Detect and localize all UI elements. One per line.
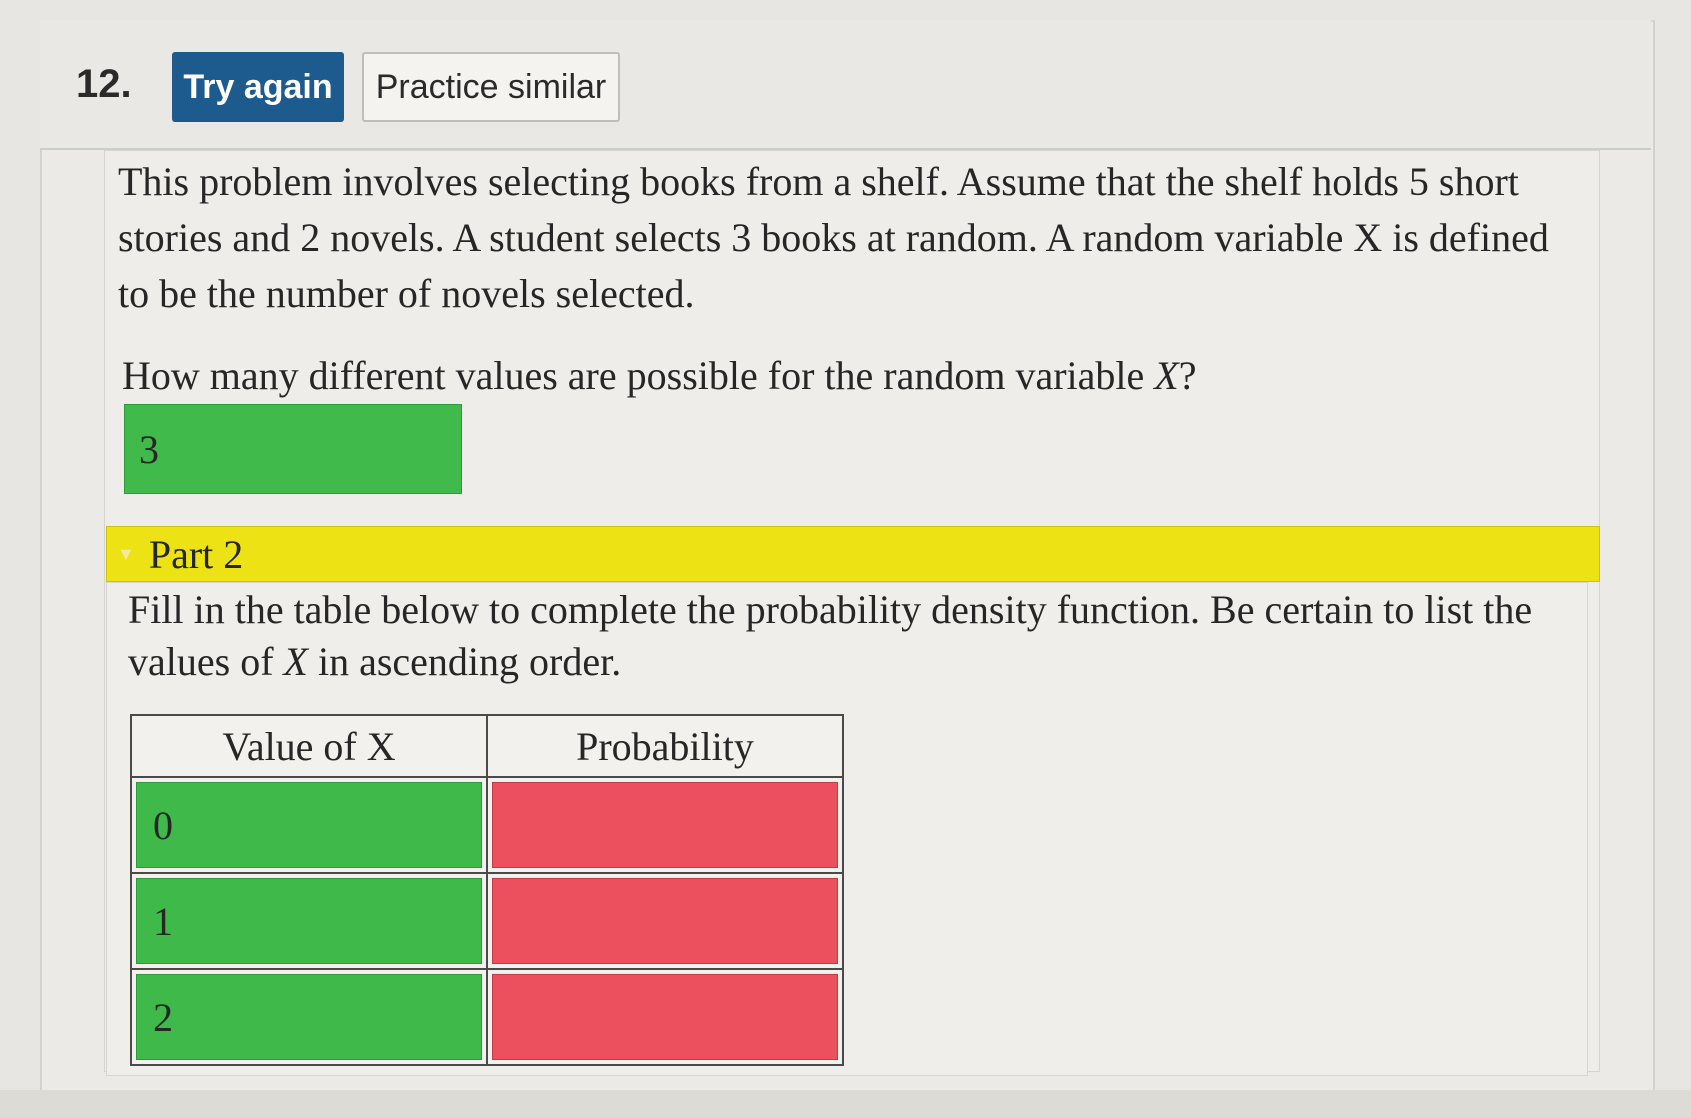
collapse-arrow-icon[interactable]: ▼ — [117, 544, 135, 565]
value-input-0[interactable]: 0 — [136, 782, 482, 868]
part1-answer-field[interactable]: 3 — [124, 404, 462, 494]
value-cell: 1 — [130, 872, 488, 970]
pdf-table: Value of X Probability 0 1 2 — [130, 714, 844, 1066]
question-number: 12. — [76, 62, 132, 106]
probability-cell — [486, 968, 844, 1066]
try-again-button[interactable]: Try again — [172, 52, 344, 122]
problem-statement: This problem involves selecting books fr… — [118, 159, 1549, 316]
part2-header[interactable]: ▼ Part 2 — [106, 526, 1600, 582]
probability-input-1[interactable] — [492, 878, 838, 964]
probability-cell — [486, 776, 844, 874]
probability-input-2[interactable] — [492, 974, 838, 1060]
probability-input-0[interactable] — [492, 782, 838, 868]
table-row: 2 — [130, 968, 844, 1066]
part2-label: Part 2 — [148, 531, 244, 577]
bottom-strip — [0, 1090, 1691, 1118]
value-cell: 2 — [130, 968, 488, 1066]
part2-instruction: Fill in the table below to complete the … — [128, 584, 1568, 688]
value-input-2[interactable]: 2 — [136, 974, 482, 1060]
part1-question: How many different values are possible f… — [122, 348, 1196, 404]
part1-answer-value: 3 — [139, 426, 159, 472]
question-variable: X — [1154, 353, 1179, 398]
header-probability: Probability — [486, 714, 844, 778]
header-value-of-x: Value of X — [130, 714, 488, 778]
instruction-variable: X — [283, 639, 308, 684]
practice-similar-button[interactable]: Practice similar — [362, 52, 620, 122]
question-suffix: ? — [1178, 353, 1197, 398]
instruction-suffix: in ascending order. — [307, 639, 622, 684]
table-row: 1 — [130, 872, 844, 970]
table-row: 0 — [130, 776, 844, 874]
problem-text: This problem involves selecting books fr… — [118, 154, 1578, 322]
value-input-1[interactable]: 1 — [136, 878, 482, 964]
table-header-row: Value of X Probability — [130, 714, 844, 778]
value-cell: 0 — [130, 776, 488, 874]
question-prefix: How many different values are possible f… — [122, 353, 1155, 398]
probability-cell — [486, 872, 844, 970]
